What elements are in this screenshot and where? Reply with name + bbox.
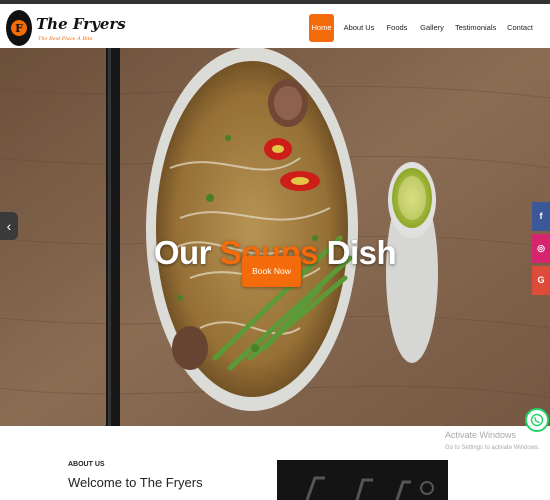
activate-windows-subtitle: Go to Settings to activate Windows. bbox=[445, 445, 540, 451]
hero-slider: Our Soups Dish Book Now ‹ bbox=[0, 48, 550, 426]
nav-gallery[interactable]: Gallery bbox=[420, 14, 444, 42]
nav-foods[interactable]: Foods bbox=[385, 14, 409, 42]
book-now-button[interactable]: Book Now bbox=[242, 256, 301, 287]
main-nav: Home About Us Foods Gallery Testimonials… bbox=[0, 14, 550, 42]
nav-testimonials[interactable]: Testimonials bbox=[455, 14, 496, 42]
google-icon[interactable]: G bbox=[532, 266, 550, 295]
nav-contact[interactable]: Contact bbox=[505, 14, 535, 42]
site-header: F The Fryers The Best Place A Bite Home … bbox=[0, 4, 550, 48]
slider-prev-arrow-icon[interactable]: ‹ bbox=[0, 212, 18, 240]
instagram-icon[interactable]: ◎ bbox=[532, 234, 550, 263]
whatsapp-icon[interactable] bbox=[525, 408, 549, 432]
facebook-icon[interactable]: f bbox=[532, 202, 550, 231]
activate-windows-title: Activate Windows bbox=[445, 430, 517, 440]
nav-about-us[interactable]: About Us bbox=[343, 14, 375, 42]
about-us-label: ABOUT US bbox=[68, 461, 105, 468]
about-title: Welcome to The Fryers bbox=[68, 475, 203, 490]
about-image bbox=[277, 460, 448, 500]
nav-home[interactable]: Home bbox=[309, 14, 334, 42]
